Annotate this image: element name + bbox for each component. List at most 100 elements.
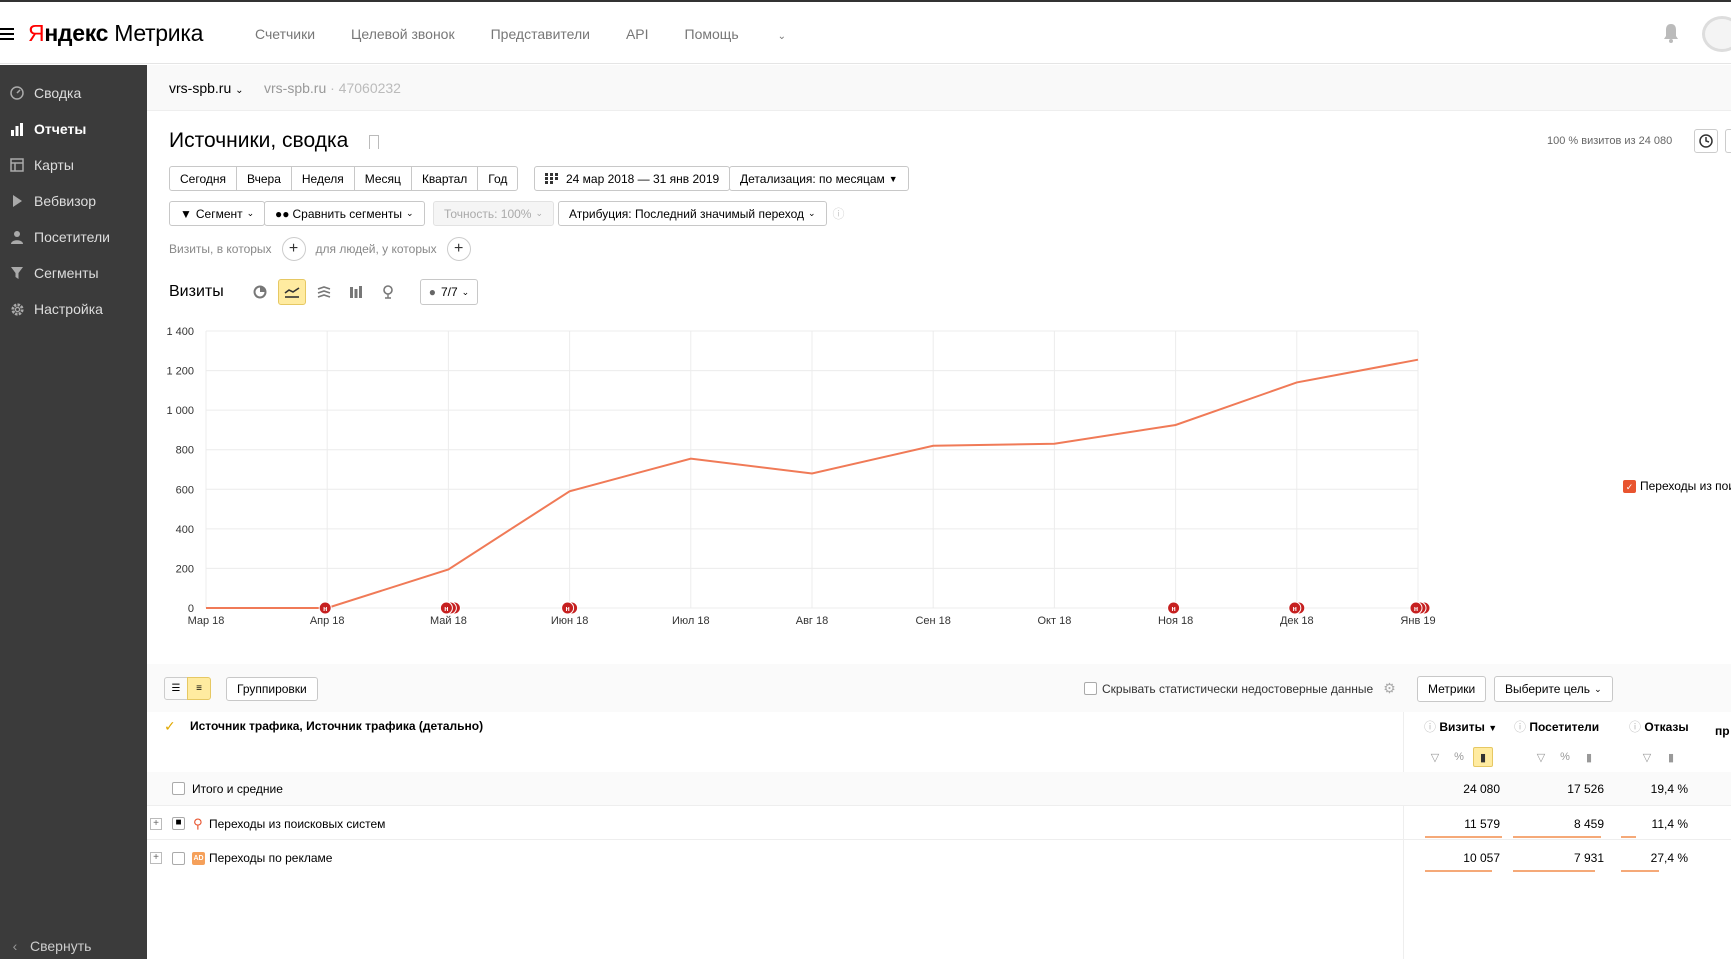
chart-title: Визиты [169,283,224,300]
annotation-label: н [1414,606,1418,613]
accuracy-dropdown[interactable]: Точность: 100% ⌄ [433,201,555,226]
y-tick-label: 1 200 [166,366,194,378]
bookmark-icon[interactable] [369,135,379,149]
search-icon: ⚲ [193,815,203,831]
period-month[interactable]: Месяц [353,166,412,191]
chevron-down-icon: ⌄ [535,208,544,218]
gear-icon[interactable]: ⚙ [1383,680,1396,697]
map-pin-icon[interactable] [374,279,402,305]
sidebar-item-reports[interactable]: Отчеты [0,111,147,147]
x-tick-label: Авг 18 [796,615,828,627]
attribution-dropdown[interactable]: Атрибуция: Последний значимый переход ⌄ [558,201,827,226]
topnav-api[interactable]: API [626,26,649,42]
filter-icon: ▼ [180,206,192,221]
percent-icon[interactable]: % [1449,747,1469,767]
row-checkbox[interactable] [172,851,185,865]
column-bounces[interactable]: ⓘ Отказы [1629,718,1689,735]
annotation-label: н [323,606,327,613]
topnav-representatives[interactable]: Представители [491,26,590,42]
groupings-button[interactable]: Группировки [226,677,318,701]
period-today[interactable]: Сегодня [169,166,237,191]
add-visit-filter-button[interactable]: + [281,237,306,261]
pie-chart-icon[interactable] [246,279,274,305]
metrics-button[interactable]: Метрики [1417,676,1487,702]
series-selector[interactable]: ● 7/7 ⌄ [419,279,479,305]
menu-icon[interactable] [0,28,14,40]
row-label[interactable]: Переходы из поисковых систем [209,817,385,831]
total-visits: 24 080 [1463,781,1500,796]
table-row[interactable]: + AD Переходы по рекламе 10 057 7 931 27… [147,842,1731,874]
goal-dropdown[interactable]: Выберите цель ⌄ [1494,676,1613,702]
topnav-help[interactable]: Помощь ⌄ [685,26,822,42]
info-icon: ⓘ [1424,719,1437,734]
percent-icon[interactable]: % [1555,747,1575,767]
filter-icon[interactable]: ▽ [1531,747,1551,767]
topnav-call-tracking[interactable]: Целевой звонок [351,26,455,42]
date-range-group: 24 мар 2018 — 31 янв 2019 [534,166,731,191]
sidebar-item-maps[interactable]: Карты [0,147,147,183]
chevron-down-icon: ⌄ [235,85,244,96]
add-people-filter-button[interactable]: + [446,237,471,261]
info-icon[interactable]: ⓘ [833,201,845,226]
bar-chart-icon[interactable]: ▮ [1579,747,1599,767]
sidebar-item-settings[interactable]: Настройка [0,291,147,327]
detail-dropdown[interactable]: Детализация: по месяцам ▼ [729,166,909,191]
table-row[interactable]: + ■ ⚲ Переходы из поисковых систем 11 57… [147,808,1731,840]
row-label[interactable]: Переходы по рекламе [209,851,332,865]
sidebar-item-segments[interactable]: Сегменты [0,255,147,291]
logo[interactable]: Яндекс Метрика [28,20,203,47]
area-chart-icon[interactable] [310,279,338,305]
sidebar-item-summary[interactable]: Сводка [0,75,147,111]
bar-chart-icon[interactable]: ▮ [1473,747,1493,767]
legend-checkbox[interactable]: ✓ [1623,479,1636,493]
row-checkbox[interactable]: ■ [172,817,185,830]
compare-segments-button[interactable]: ●● Сравнить сегменты ⌄ [264,201,425,226]
hide-unreliable-toggle[interactable]: Скрывать статистически недостоверные дан… [1084,680,1396,697]
topnav-counters[interactable]: Счетчики [255,26,315,42]
bell-icon[interactable] [1662,22,1680,44]
more-button[interactable] [1725,129,1731,153]
avatar[interactable] [1702,16,1731,52]
bar-chart-icon[interactable]: ▮ [1661,747,1681,767]
visits-share-bar [1425,870,1492,872]
user-icon [0,230,34,244]
clock-icon [1699,134,1713,148]
line-chart-icon[interactable] [277,279,306,305]
view-toggle: ☰ ≡ [164,677,211,700]
filter-icon[interactable]: ▽ [1425,747,1445,767]
counter-selector[interactable]: vrs-spb.ru ⌄ [169,80,244,96]
history-button[interactable] [1694,129,1718,153]
period-week[interactable]: Неделя [290,166,355,191]
checkmark-icon[interactable]: ✓ [164,718,176,735]
segment-group: ▼ Сегмент ⌄ [169,201,266,226]
column-visits[interactable]: ⓘ Визиты ▼ [1424,718,1497,735]
period-year[interactable]: Год [477,166,519,191]
segment-button[interactable]: ▼ Сегмент ⌄ [169,201,266,226]
comment-icon: ● [428,285,436,299]
sidebar-collapse-button[interactable]: ‹ Свернуть [0,933,147,959]
column-visitors[interactable]: ⓘ Посетители [1514,718,1599,735]
column-truncated[interactable]: пр [1715,724,1730,738]
x-tick-label: Ноя 18 [1158,615,1193,627]
bar-chart-icon[interactable] [342,279,370,305]
dimension-header[interactable]: Источник трафика, Источник трафика (дета… [190,719,483,733]
list-view-icon[interactable]: ☰ [164,677,188,700]
info-icon: ⓘ [1629,719,1642,734]
hide-unreliable-checkbox[interactable] [1084,682,1097,695]
chart-legend[interactable]: ✓ Переходы из пои [1623,479,1731,493]
filter-icon[interactable]: ▽ [1637,747,1657,767]
period-quarter[interactable]: Квартал [410,166,479,191]
tree-view-icon[interactable]: ≡ [187,677,211,700]
row-checkbox[interactable] [172,782,185,795]
period-yesterday[interactable]: Вчера [236,166,292,191]
people-filter-label: для людей, у которых [315,242,437,256]
expand-icon[interactable]: + [150,817,162,830]
sidebar-item-webvisor[interactable]: Вебвизор [0,183,147,219]
x-tick-label: Янв 19 [1400,615,1435,627]
date-range-picker[interactable]: 24 мар 2018 — 31 янв 2019 [534,166,731,191]
chart-toolbar: Визиты ● 7/7 ⌄ [169,279,479,305]
expand-icon[interactable]: + [150,852,162,864]
visitors-share-bar [1513,836,1601,838]
sidebar-item-visitors[interactable]: Посетители [0,219,147,255]
main-content: vrs-spb.ru ⌄ vrs-spb.ru · 47060232 Источ… [147,65,1731,959]
